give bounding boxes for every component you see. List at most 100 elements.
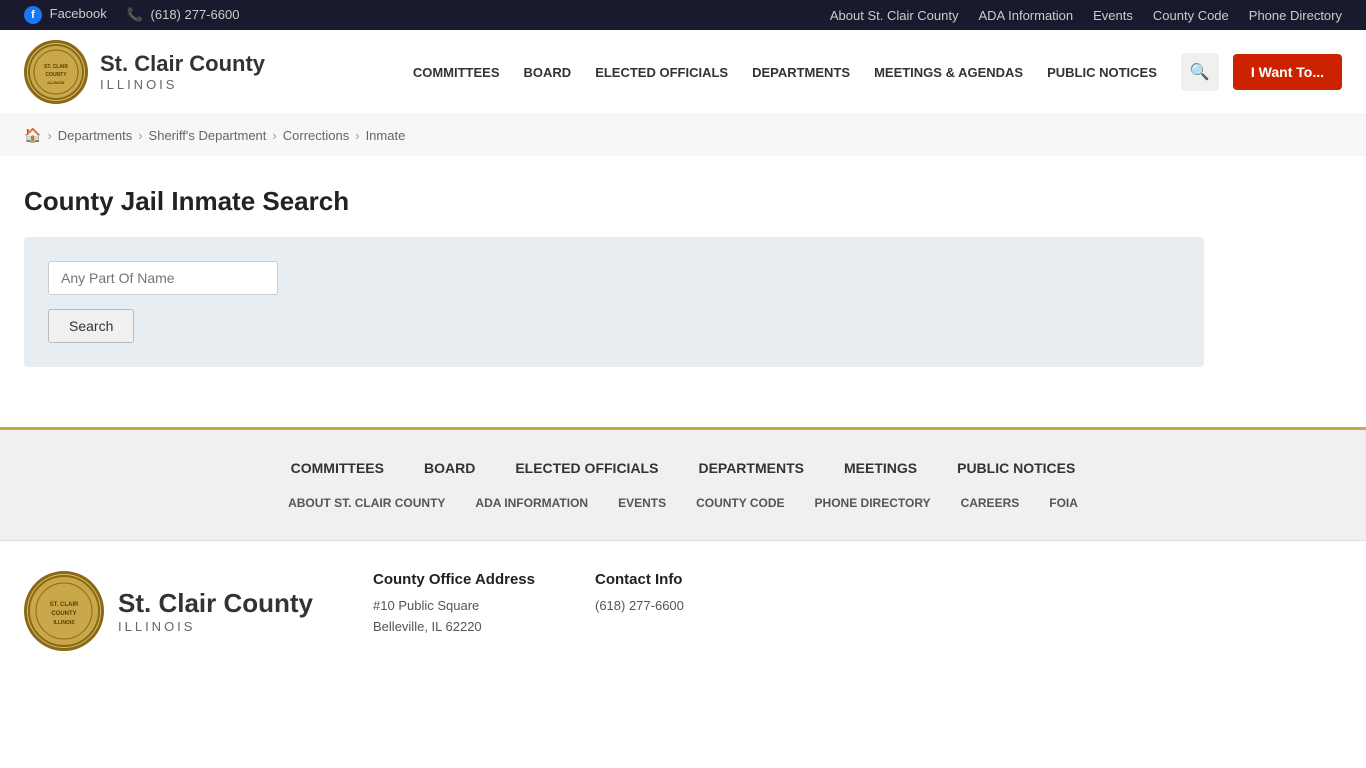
breadcrumb-sep-4: › bbox=[355, 128, 359, 143]
nav-meetings-label: MEETINGS & AGENDAS bbox=[874, 65, 1023, 80]
main-content: County Jail Inmate Search Search bbox=[0, 156, 1366, 427]
footer-nav-elected-label: ELECTED OFFICIALS bbox=[515, 460, 658, 476]
nav-item-elected[interactable]: ELECTED OFFICIALS bbox=[585, 57, 738, 88]
svg-text:ST. CLAIR: ST. CLAIR bbox=[44, 64, 68, 70]
footer-county-name: St. Clair County bbox=[118, 588, 313, 619]
footer-nav-departments-label: DEPARTMENTS bbox=[698, 460, 804, 476]
header: ST. CLAIR COUNTY ILLINOIS St. Clair Coun… bbox=[0, 30, 1366, 115]
footer-nav-board-label: BOARD bbox=[424, 460, 475, 476]
inmate-search-box: Search bbox=[24, 237, 1204, 367]
breadcrumb-home-link[interactable]: 🏠 bbox=[24, 127, 41, 144]
svg-text:ILLINOIS: ILLINOIS bbox=[48, 80, 65, 85]
breadcrumb: 🏠 › Departments › Sheriff's Department ›… bbox=[0, 115, 1366, 156]
top-bar-left: f Facebook 📞 (618) 277-6600 bbox=[24, 6, 239, 24]
nav-board-link[interactable]: BOARD bbox=[514, 57, 582, 88]
footer-logo-seal: ST. CLAIR COUNTY ILLINOIS bbox=[24, 571, 104, 651]
nav-item-departments[interactable]: DEPARTMENTS bbox=[742, 57, 860, 88]
nav-item-committees[interactable]: COMMITTEES bbox=[403, 57, 510, 88]
topbar-events-link[interactable]: Events bbox=[1093, 8, 1133, 23]
topbar-events-label: Events bbox=[1093, 8, 1133, 23]
footer-about-label: ABOUT ST. CLAIR COUNTY bbox=[288, 496, 445, 510]
nav-board-label: BOARD bbox=[524, 65, 572, 80]
facebook-label: Facebook bbox=[50, 6, 107, 21]
footer-phone-dir-link[interactable]: PHONE DIRECTORY bbox=[815, 496, 931, 510]
iwantto-button[interactable]: I Want To... bbox=[1233, 54, 1342, 90]
phone-link[interactable]: 📞 (618) 277-6600 bbox=[127, 7, 240, 23]
topbar-about-link[interactable]: About St. Clair County bbox=[830, 8, 959, 23]
topbar-phone-dir-link[interactable]: Phone Directory bbox=[1249, 8, 1342, 23]
footer-nav-committees-label: COMMITTEES bbox=[291, 460, 384, 476]
footer-nav-elected[interactable]: ELECTED OFFICIALS bbox=[515, 460, 658, 476]
name-search-input[interactable] bbox=[48, 261, 278, 295]
facebook-icon: f bbox=[24, 6, 42, 24]
footer-events-label: EVENTS bbox=[618, 496, 666, 510]
nav-departments-link[interactable]: DEPARTMENTS bbox=[742, 57, 860, 88]
phone-label: (618) 277-6600 bbox=[151, 7, 240, 22]
topbar-ada-label: ADA Information bbox=[978, 8, 1073, 23]
logo-link[interactable]: ST. CLAIR COUNTY ILLINOIS St. Clair Coun… bbox=[24, 40, 265, 104]
footer-ada-link[interactable]: ADA INFORMATION bbox=[475, 496, 588, 510]
footer-nav-committees[interactable]: COMMITTEES bbox=[291, 460, 384, 476]
footer-info: County Office Address #10 Public Square … bbox=[373, 571, 684, 638]
nav-item-board[interactable]: BOARD bbox=[514, 57, 582, 88]
footer-nav-notices[interactable]: PUBLIC NOTICES bbox=[957, 460, 1075, 476]
breadcrumb-corrections-link[interactable]: Corrections bbox=[283, 128, 349, 143]
footer-foia-link[interactable]: FOIA bbox=[1049, 496, 1078, 510]
footer-nav-meetings-label: MEETINGS bbox=[844, 460, 917, 476]
nav-area: COMMITTEES BOARD ELECTED OFFICIALS DEPAR… bbox=[403, 53, 1342, 91]
footer-address-title: County Office Address bbox=[373, 571, 535, 588]
footer-county-code-link[interactable]: COUNTY CODE bbox=[696, 496, 784, 510]
facebook-link[interactable]: f Facebook bbox=[24, 6, 107, 24]
nav-meetings-link[interactable]: MEETINGS & AGENDAS bbox=[864, 57, 1033, 88]
home-icon: 🏠 bbox=[24, 127, 41, 143]
search-submit-button[interactable]: Search bbox=[48, 309, 134, 343]
breadcrumb-departments-link[interactable]: Departments bbox=[58, 128, 132, 143]
main-nav: COMMITTEES BOARD ELECTED OFFICIALS DEPAR… bbox=[403, 57, 1167, 88]
footer-careers-label: CAREERS bbox=[961, 496, 1020, 510]
topbar-ada-link[interactable]: ADA Information bbox=[978, 8, 1073, 23]
footer-address-block: County Office Address #10 Public Square … bbox=[373, 571, 535, 638]
nav-item-notices[interactable]: PUBLIC NOTICES bbox=[1037, 57, 1167, 88]
nav-item-meetings[interactable]: MEETINGS & AGENDAS bbox=[864, 57, 1033, 88]
breadcrumb-sheriff-link[interactable]: Sheriff's Department bbox=[149, 128, 267, 143]
header-search-button[interactable]: 🔍 bbox=[1181, 53, 1219, 91]
footer-foia-label: FOIA bbox=[1049, 496, 1078, 510]
footer-nav-meetings[interactable]: MEETINGS bbox=[844, 460, 917, 476]
logo-seal: ST. CLAIR COUNTY ILLINOIS bbox=[24, 40, 88, 104]
breadcrumb-corrections-label: Corrections bbox=[283, 128, 349, 143]
phone-icon: 📞 bbox=[127, 7, 143, 22]
footer-nav-departments[interactable]: DEPARTMENTS bbox=[698, 460, 804, 476]
county-name: St. Clair County bbox=[100, 51, 265, 77]
breadcrumb-sep-3: › bbox=[272, 128, 276, 143]
footer-address-line1: #10 Public Square bbox=[373, 596, 535, 617]
footer-nav-primary: COMMITTEES BOARD ELECTED OFFICIALS DEPAR… bbox=[24, 460, 1342, 476]
nav-menu: COMMITTEES BOARD ELECTED OFFICIALS DEPAR… bbox=[403, 57, 1167, 88]
breadcrumb-sep-2: › bbox=[138, 128, 142, 143]
top-bar-right: About St. Clair County ADA Information E… bbox=[830, 8, 1342, 23]
top-bar: f Facebook 📞 (618) 277-6600 About St. Cl… bbox=[0, 0, 1366, 30]
footer-bottom: ST. CLAIR COUNTY ILLINOIS St. Clair Coun… bbox=[0, 540, 1366, 681]
footer-nav-secondary: ABOUT ST. CLAIR COUNTY ADA INFORMATION E… bbox=[24, 496, 1342, 510]
logo-text: St. Clair County ILLINOIS bbox=[100, 51, 265, 93]
footer-about-link[interactable]: ABOUT ST. CLAIR COUNTY bbox=[288, 496, 445, 510]
topbar-phone-dir-label: Phone Directory bbox=[1249, 8, 1342, 23]
footer-ada-label: ADA INFORMATION bbox=[475, 496, 588, 510]
breadcrumb-sheriff-label: Sheriff's Department bbox=[149, 128, 267, 143]
nav-committees-link[interactable]: COMMITTEES bbox=[403, 57, 510, 88]
footer-events-link[interactable]: EVENTS bbox=[618, 496, 666, 510]
footer-contact-title: Contact Info bbox=[595, 571, 684, 588]
nav-notices-link[interactable]: PUBLIC NOTICES bbox=[1037, 57, 1167, 88]
footer-county-state: ILLINOIS bbox=[118, 619, 313, 634]
nav-elected-link[interactable]: ELECTED OFFICIALS bbox=[585, 57, 738, 88]
breadcrumb-current: Inmate bbox=[366, 128, 406, 143]
footer-logo-text: St. Clair County ILLINOIS bbox=[118, 588, 313, 634]
topbar-county-code-link[interactable]: County Code bbox=[1153, 8, 1229, 23]
svg-text:ST. CLAIR: ST. CLAIR bbox=[50, 602, 79, 608]
footer-logo-area: ST. CLAIR COUNTY ILLINOIS St. Clair Coun… bbox=[24, 571, 313, 651]
county-state: ILLINOIS bbox=[100, 77, 265, 93]
footer-careers-link[interactable]: CAREERS bbox=[961, 496, 1020, 510]
nav-notices-label: PUBLIC NOTICES bbox=[1047, 65, 1157, 80]
footer-nav-notices-label: PUBLIC NOTICES bbox=[957, 460, 1075, 476]
breadcrumb-sep-1: › bbox=[47, 128, 51, 143]
footer-nav-board[interactable]: BOARD bbox=[424, 460, 475, 476]
